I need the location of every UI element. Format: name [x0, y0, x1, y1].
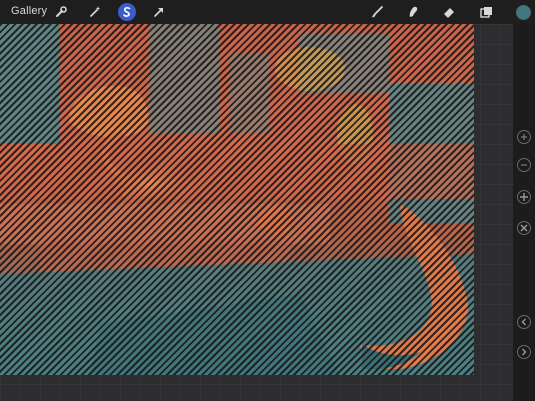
artwork [0, 24, 474, 375]
redo-chevron-icon[interactable] [517, 345, 531, 359]
undo-chevron-icon[interactable] [517, 315, 531, 329]
transform-arrow-icon[interactable] [150, 3, 168, 21]
magic-wand-icon[interactable] [86, 3, 104, 21]
layers-icon[interactable] [477, 3, 495, 21]
drawing-canvas[interactable] [0, 24, 474, 375]
top-toolbar: Gallery [0, 0, 535, 24]
wrench-icon[interactable] [52, 3, 70, 21]
size-slider-up-icon[interactable] [517, 130, 531, 144]
close-icon[interactable] [517, 221, 531, 235]
gallery-button[interactable]: Gallery [11, 5, 47, 17]
smudge-icon[interactable] [404, 3, 422, 21]
eraser-icon[interactable] [440, 3, 458, 21]
right-sidebar [513, 24, 535, 401]
color-picker-swatch[interactable] [516, 5, 531, 20]
size-slider-down-icon[interactable] [517, 158, 531, 172]
modify-plus-icon[interactable] [517, 190, 531, 204]
brush-icon[interactable] [368, 3, 386, 21]
selection-icon[interactable] [118, 3, 136, 21]
